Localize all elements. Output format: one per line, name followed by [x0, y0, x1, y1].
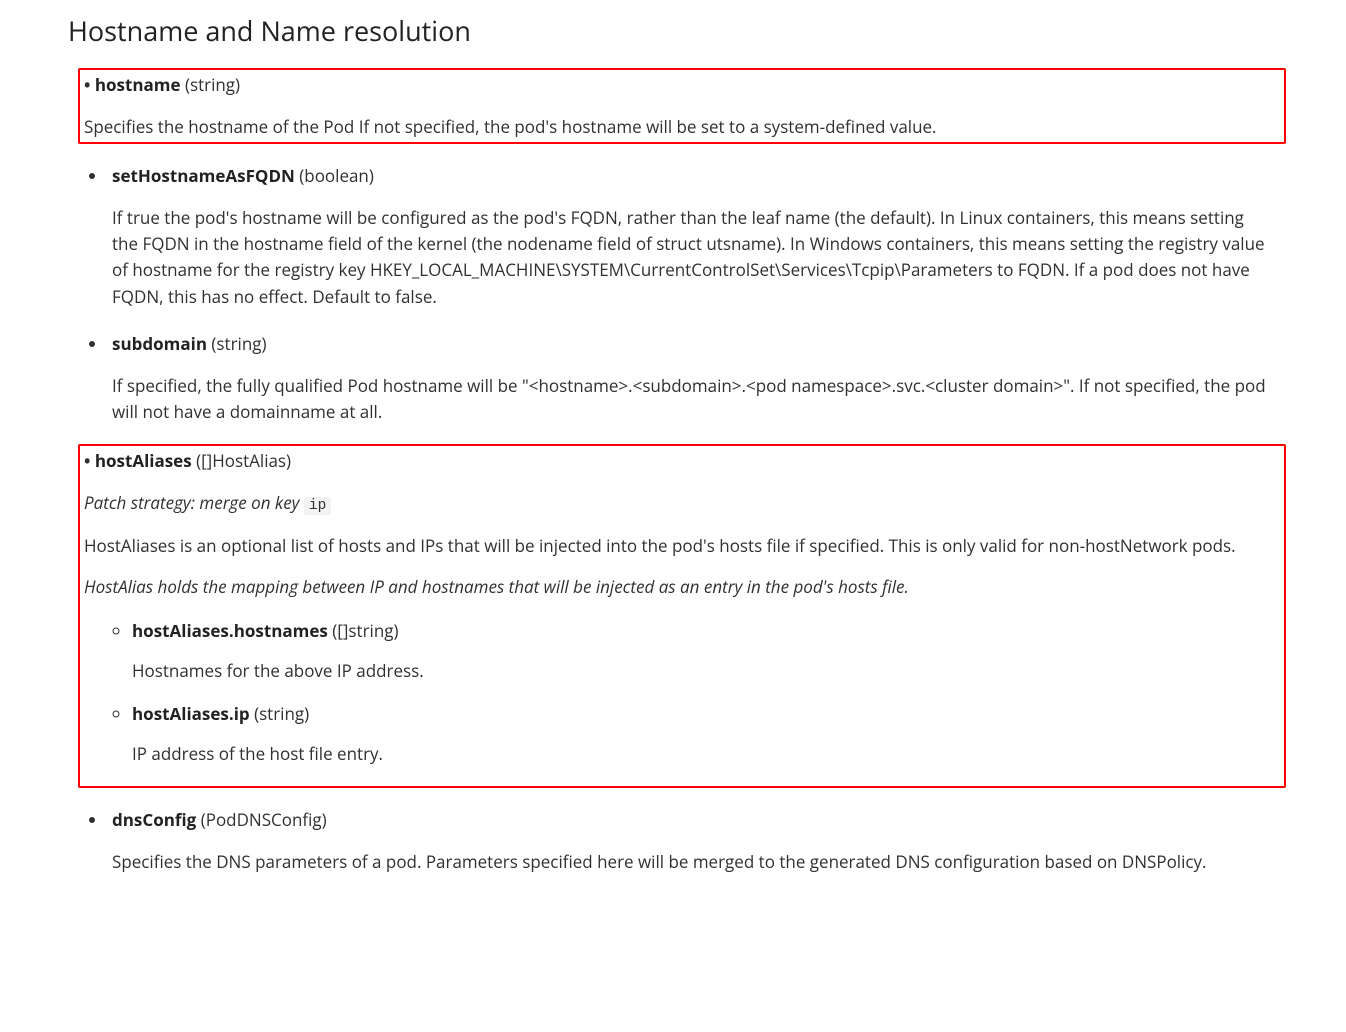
field-type: (string): [211, 332, 266, 355]
field-list: hostname (string) Specifies the hostname…: [68, 68, 1278, 877]
field-description: Hostnames for the above IP address.: [132, 658, 1280, 684]
field-description: If specified, the fully qualified Pod ho…: [112, 373, 1274, 426]
field-sub-description: HostAlias holds the mapping between IP a…: [84, 574, 1280, 600]
field-hostname: hostname (string) Specifies the hostname…: [78, 68, 1286, 144]
field-type: ([]string): [332, 619, 398, 642]
field-name: hostAliases.ip: [132, 702, 250, 725]
field-patch-strategy: Patch strategy: merge on key ip: [84, 490, 1280, 517]
doc-page: Hostname and Name resolution hostname (s…: [28, 0, 1318, 924]
subfield-list: hostAliases.hostnames ([]string) Hostnam…: [84, 618, 1280, 768]
field-hostaliases: hostAliases ([]HostAlias) Patch strategy…: [78, 444, 1286, 788]
field-type: (boolean): [299, 164, 374, 187]
subfield-hostaliases-ip: hostAliases.ip (string) IP address of th…: [132, 701, 1280, 767]
field-type: ([]HostAlias): [196, 449, 291, 472]
field-dnsconfig: dnsConfig (PodDNSConfig) Specifies the D…: [108, 805, 1278, 877]
subfield-hostaliases-hostnames: hostAliases.hostnames ([]string) Hostnam…: [132, 618, 1280, 684]
field-type: (string): [185, 73, 240, 96]
patch-prefix: Patch strategy: merge on key: [84, 491, 304, 514]
field-name: hostname: [95, 73, 181, 96]
field-description: IP address of the host file entry.: [132, 741, 1280, 767]
field-description: Specifies the hostname of the Pod If not…: [84, 114, 1280, 140]
field-description: HostAliases is an optional list of hosts…: [84, 533, 1280, 559]
field-name: hostAliases: [95, 449, 192, 472]
field-type: (string): [254, 702, 309, 725]
section-title: Hostname and Name resolution: [68, 10, 1278, 52]
field-type: (PodDNSConfig): [201, 808, 327, 831]
field-subdomain: subdomain (string) If specified, the ful…: [108, 329, 1278, 427]
field-name: dnsConfig: [112, 808, 196, 831]
patch-key-code: ip: [304, 497, 331, 515]
field-description: Specifies the DNS parameters of a pod. P…: [112, 849, 1274, 875]
field-name: subdomain: [112, 332, 207, 355]
field-description: If true the pod's hostname will be confi…: [112, 205, 1274, 310]
field-name: setHostnameAsFQDN: [112, 164, 295, 187]
field-sethostnameasfqdn: setHostnameAsFQDN (boolean) If true the …: [108, 161, 1278, 312]
field-name: hostAliases.hostnames: [132, 619, 328, 642]
